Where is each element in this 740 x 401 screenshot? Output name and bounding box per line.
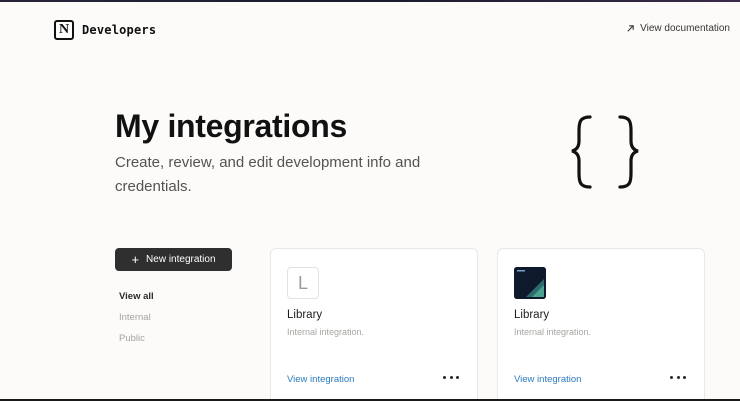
page-subtitle: Create, review, and edit development inf… xyxy=(115,154,421,195)
integration-card: Library Internal integration. View integ… xyxy=(497,248,705,401)
more-options-icon[interactable] xyxy=(443,372,459,382)
filter-view-all[interactable]: View all xyxy=(119,291,154,302)
view-integration-link[interactable]: View integration xyxy=(514,374,581,385)
notion-logo-icon: N xyxy=(54,20,74,40)
view-integration-link[interactable]: View integration xyxy=(287,374,354,385)
curly-braces-icon xyxy=(571,115,639,189)
filter-public[interactable]: Public xyxy=(119,333,145,344)
plus-icon: + xyxy=(131,252,140,267)
top-accent-strip xyxy=(0,0,740,2)
integration-type: Internal integration. xyxy=(514,327,592,337)
integration-name: Library xyxy=(514,309,550,321)
arrow-up-right-icon xyxy=(627,25,634,32)
new-integration-button[interactable]: + New integration xyxy=(115,248,232,271)
new-integration-label: New integration xyxy=(146,254,216,265)
filter-internal[interactable]: Internal xyxy=(119,312,151,323)
integration-image-icon xyxy=(514,267,546,299)
integration-letter-icon: L xyxy=(287,267,319,299)
view-documentation-label: View documentation xyxy=(640,23,730,34)
integration-type: Internal integration. xyxy=(287,327,365,337)
integration-name: Library xyxy=(287,309,323,321)
view-documentation-link[interactable]: View documentation xyxy=(626,23,730,34)
brand-name: Developers xyxy=(82,23,157,37)
page-title: My integrations xyxy=(115,108,347,144)
brand[interactable]: N Developers xyxy=(54,19,156,41)
more-options-icon[interactable] xyxy=(670,372,686,382)
integration-card: L Library Internal integration. View int… xyxy=(270,248,478,401)
